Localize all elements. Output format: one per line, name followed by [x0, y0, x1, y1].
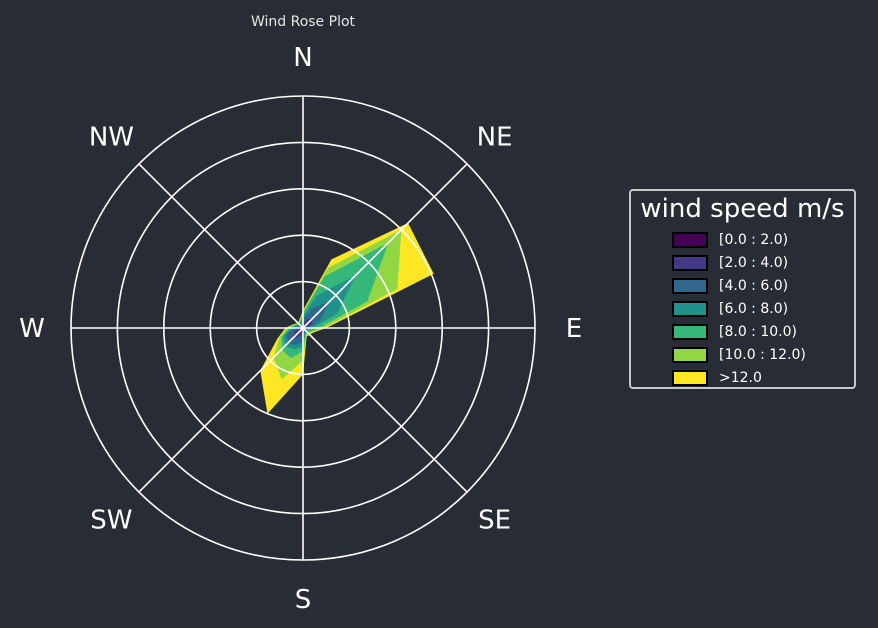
legend-title: wind speed m/s: [640, 194, 845, 224]
direction-label: SW: [90, 506, 132, 536]
legend-label: [0.0 : 2.0): [719, 231, 789, 248]
chart-title: Wind Rose Plot: [250, 14, 356, 30]
legend-items: [0.0 : 2.0) [2.0 : 4.0) [4.0 : 6.0) [6.0 : …: [631, 228, 854, 389]
legend-item: [4.0 : 6.0): [631, 274, 854, 297]
legend-label: [10.0 : 12.0): [719, 346, 806, 363]
grid-spoke: [302, 163, 468, 329]
legend-swatch: [672, 231, 708, 248]
legend-swatch: [672, 300, 708, 317]
direction-label: S: [295, 585, 312, 615]
direction-label: N: [293, 43, 312, 73]
legend-swatch: [672, 254, 708, 271]
legend-item: [2.0 : 4.0): [631, 251, 854, 274]
legend-swatch: [672, 323, 708, 340]
legend-item: [6.0 : 8.0): [631, 297, 854, 320]
direction-label: SE: [478, 506, 511, 536]
direction-label: W: [19, 314, 45, 344]
legend-swatch: [672, 346, 708, 363]
direction-label: E: [566, 314, 582, 344]
legend-item: >12.0: [631, 366, 854, 389]
grid-spoke: [302, 327, 468, 493]
direction-label: NW: [89, 122, 134, 152]
legend-label: [8.0 : 10.0): [719, 323, 797, 340]
legend-item: [8.0 : 10.0): [631, 320, 854, 343]
legend-item: [10.0 : 12.0): [631, 343, 854, 366]
legend: wind speed m/s [0.0 : 2.0) [2.0 : 4.0) [4.…: [629, 189, 856, 389]
grid-spoke: [138, 163, 304, 329]
legend-item: [0.0 : 2.0): [631, 228, 854, 251]
legend-swatch: [672, 369, 708, 386]
grid-spoke: [138, 327, 304, 493]
legend-swatch: [672, 277, 708, 294]
legend-label: [2.0 : 4.0): [719, 254, 789, 271]
legend-label: [6.0 : 8.0): [719, 300, 789, 317]
legend-label: [4.0 : 6.0): [719, 277, 789, 294]
series-area: [260, 223, 434, 414]
direction-label: NE: [477, 122, 513, 152]
legend-label: >12.0: [719, 369, 762, 386]
